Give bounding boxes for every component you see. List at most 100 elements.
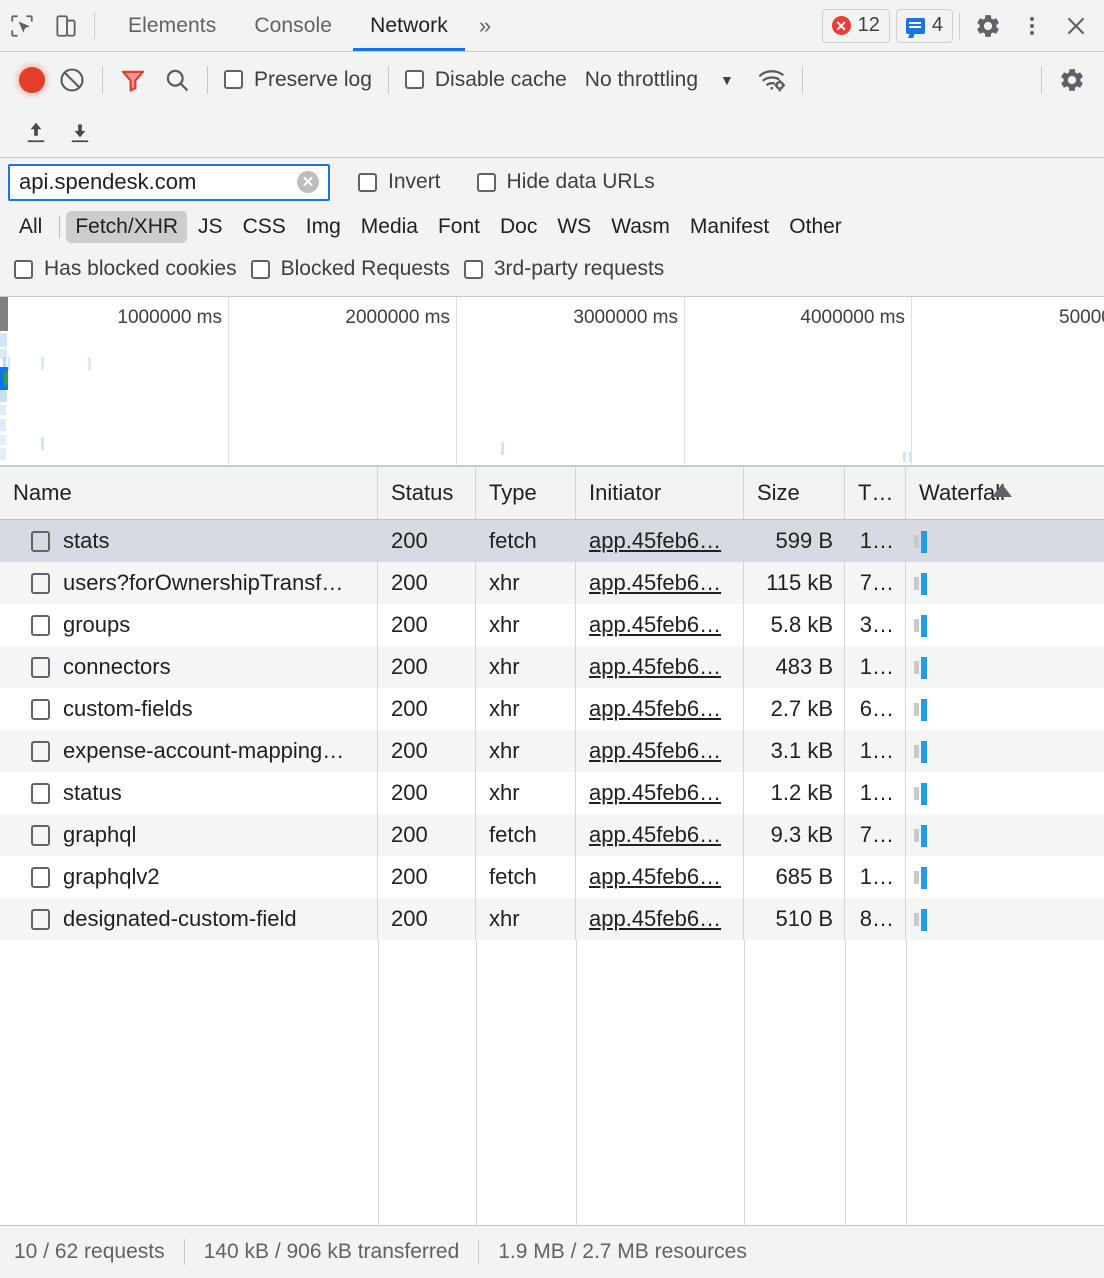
- overview-request-mark: [8, 357, 10, 370]
- table-row[interactable]: status 200 xhr app.45feb6… 1.2 kB 1…: [0, 772, 1104, 814]
- initiator-link[interactable]: app.45feb6…: [589, 822, 721, 847]
- filter-type-wasm[interactable]: Wasm: [602, 211, 679, 243]
- close-panel-icon[interactable]: [1054, 1, 1098, 51]
- clear-filter-icon[interactable]: ✕: [297, 171, 319, 193]
- cell-initiator: app.45feb6…: [576, 688, 744, 730]
- row-checkbox[interactable]: [31, 656, 50, 678]
- column-header-waterfall[interactable]: Waterfall: [906, 467, 1104, 519]
- throttling-select[interactable]: No throttling: [575, 68, 698, 92]
- table-row[interactable]: connectors 200 xhr app.45feb6… 483 B 1…: [0, 646, 1104, 688]
- table-row[interactable]: groups 200 xhr app.45feb6… 5.8 kB 3…: [0, 604, 1104, 646]
- initiator-link[interactable]: app.45feb6…: [589, 906, 721, 931]
- export-har-icon[interactable]: [58, 112, 102, 152]
- more-tabs-icon[interactable]: »: [467, 1, 503, 51]
- table-row[interactable]: stats 200 fetch app.45feb6… 599 B 1…: [0, 520, 1104, 562]
- column-header-status[interactable]: Status: [378, 467, 476, 519]
- column-header-size[interactable]: Size: [744, 467, 845, 519]
- row-checkbox[interactable]: [31, 530, 50, 552]
- row-checkbox[interactable]: [31, 866, 50, 888]
- row-checkbox[interactable]: [31, 572, 50, 594]
- third-party-requests-checkbox[interactable]: 3rd-party requests: [463, 257, 664, 281]
- request-name-label: graphqlv2: [63, 864, 160, 889]
- initiator-link[interactable]: app.45feb6…: [589, 780, 721, 805]
- row-checkbox[interactable]: [31, 614, 50, 636]
- overview-gridline: [228, 297, 229, 465]
- tab-elements[interactable]: Elements: [109, 1, 235, 51]
- row-checkbox[interactable]: [31, 698, 50, 720]
- filter-type-font[interactable]: Font: [429, 211, 489, 243]
- filter-type-other[interactable]: Other: [780, 211, 851, 243]
- device-toolbar-icon[interactable]: [44, 1, 88, 51]
- cell-time: 8…: [845, 898, 906, 940]
- table-row[interactable]: users?forOwnershipTransf… 200 xhr app.45feb…: [0, 562, 1104, 604]
- column-header-initiator[interactable]: Initiator: [576, 467, 744, 519]
- settings-gear-icon[interactable]: [966, 1, 1010, 51]
- request-name-label: expense-account-mapping…: [63, 738, 345, 763]
- overview-ruler-handle[interactable]: [0, 297, 8, 331]
- overview-request-mark: [88, 357, 91, 370]
- overview-request-mark: [0, 405, 6, 415]
- disable-cache-checkbox[interactable]: Disable cache: [397, 68, 575, 92]
- network-conditions-icon[interactable]: [750, 60, 794, 100]
- request-name-label: stats: [63, 528, 110, 553]
- cell-status: 200: [378, 730, 476, 772]
- invert-checkbox[interactable]: Invert: [350, 170, 449, 194]
- filter-type-doc[interactable]: Doc: [491, 211, 546, 243]
- chevron-down-icon[interactable]: ▼: [698, 72, 750, 88]
- search-button[interactable]: [155, 60, 199, 100]
- more-options-icon[interactable]: [1010, 1, 1054, 51]
- initiator-link[interactable]: app.45feb6…: [589, 612, 721, 637]
- table-row[interactable]: custom-fields 200 xhr app.45feb6… 2.7 kB 6…: [0, 688, 1104, 730]
- tab-console[interactable]: Console: [235, 1, 351, 51]
- message-counter[interactable]: 4: [895, 8, 953, 43]
- hide-data-urls-checkbox[interactable]: Hide data URLs: [469, 170, 663, 194]
- inspect-element-icon[interactable]: [0, 1, 44, 51]
- error-counter[interactable]: ✕ 12: [821, 8, 890, 43]
- row-checkbox[interactable]: [31, 908, 50, 930]
- preserve-log-checkbox[interactable]: Preserve log: [216, 68, 380, 92]
- column-header-type[interactable]: Type: [476, 467, 576, 519]
- blocked-requests-checkbox[interactable]: Blocked Requests: [250, 257, 450, 281]
- cell-type: xhr: [476, 646, 576, 688]
- cell-type: fetch: [476, 814, 576, 856]
- filter-type-js[interactable]: JS: [189, 211, 232, 243]
- initiator-link[interactable]: app.45feb6…: [589, 738, 721, 763]
- row-checkbox[interactable]: [31, 740, 50, 762]
- initiator-link[interactable]: app.45feb6…: [589, 528, 721, 553]
- network-overview-timeline[interactable]: 1000000 ms 2000000 ms 3000000 ms 4000000 ms…: [0, 297, 1104, 467]
- tabbar-right-controls: ✕ 12 4: [816, 1, 1104, 51]
- import-har-icon[interactable]: [14, 112, 58, 152]
- table-row[interactable]: designated-custom-field 200 xhr app.45feb6……: [0, 898, 1104, 940]
- initiator-link[interactable]: app.45feb6…: [589, 696, 721, 721]
- cell-type: xhr: [476, 688, 576, 730]
- request-name-label: status: [63, 780, 122, 805]
- filter-type-img[interactable]: Img: [297, 211, 350, 243]
- row-checkbox[interactable]: [31, 824, 50, 846]
- initiator-link[interactable]: app.45feb6…: [589, 864, 721, 889]
- filter-type-fetch-xhr[interactable]: Fetch/XHR: [66, 211, 188, 243]
- column-header-name[interactable]: Name: [0, 467, 378, 519]
- table-row[interactable]: expense-account-mapping… 200 xhr app.45feb6…: [0, 730, 1104, 772]
- filter-type-css[interactable]: CSS: [234, 211, 295, 243]
- filter-type-ws[interactable]: WS: [548, 211, 600, 243]
- column-header-label: Size: [757, 480, 800, 505]
- filter-type-media[interactable]: Media: [352, 211, 427, 243]
- tab-network[interactable]: Network: [351, 1, 467, 51]
- overview-gridline: [684, 297, 685, 465]
- column-header-time[interactable]: T…: [845, 467, 906, 519]
- network-settings-icon[interactable]: [1050, 60, 1094, 100]
- initiator-link[interactable]: app.45feb6…: [589, 654, 721, 679]
- cell-size: 9.3 kB: [744, 814, 845, 856]
- table-row[interactable]: graphql 200 fetch app.45feb6… 9.3 kB 7…: [0, 814, 1104, 856]
- has-blocked-cookies-checkbox[interactable]: Has blocked cookies: [14, 257, 237, 281]
- filter-type-all[interactable]: All: [10, 211, 51, 243]
- filter-type-manifest[interactable]: Manifest: [681, 211, 778, 243]
- record-button[interactable]: [14, 62, 50, 98]
- row-checkbox[interactable]: [31, 782, 50, 804]
- table-row[interactable]: graphqlv2 200 fetch app.45feb6… 685 B 1…: [0, 856, 1104, 898]
- filter-input[interactable]: api.spendesk.com ✕: [8, 163, 330, 201]
- filter-button[interactable]: [111, 60, 155, 100]
- cell-type: xhr: [476, 772, 576, 814]
- initiator-link[interactable]: app.45feb6…: [589, 570, 721, 595]
- clear-button[interactable]: [50, 60, 94, 100]
